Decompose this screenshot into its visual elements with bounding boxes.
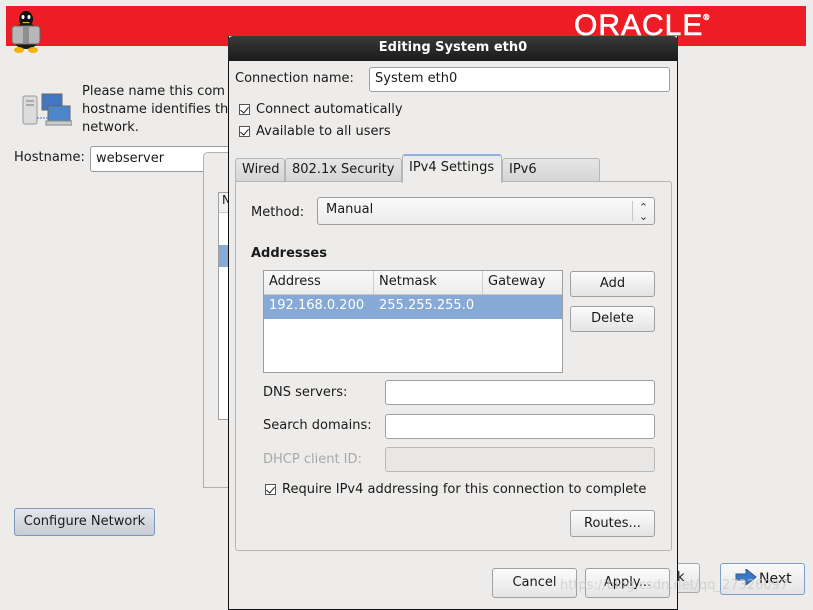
ipv4-settings-panel: Method: Manual ⌃ ⌄ Addresses Address Netm… xyxy=(235,181,672,551)
method-select[interactable]: Manual ⌃ ⌄ xyxy=(317,197,655,225)
dhcp-client-id-label: DHCP client ID: xyxy=(263,452,362,467)
connect-automatically-label: Connect automatically xyxy=(256,102,403,117)
method-label: Method: xyxy=(251,205,305,220)
add-button[interactable]: Add xyxy=(570,271,655,297)
routes-button[interactable]: Routes... xyxy=(570,510,655,537)
search-domains-input[interactable] xyxy=(385,414,655,439)
column-netmask[interactable]: Netmask xyxy=(374,271,483,294)
dns-servers-input[interactable] xyxy=(385,380,655,405)
delete-button[interactable]: Delete xyxy=(570,306,655,332)
cell-gateway xyxy=(483,295,562,319)
network-computers-icon xyxy=(22,93,72,126)
addresses-table-header: Address Netmask Gateway xyxy=(264,271,562,295)
column-gateway[interactable]: Gateway xyxy=(483,271,562,294)
addresses-table[interactable]: Address Netmask Gateway 192.168.0.200 25… xyxy=(263,270,563,373)
search-domains-label: Search domains: xyxy=(263,418,372,433)
require-ipv4-label: Require IPv4 addressing for this connect… xyxy=(282,482,647,497)
configure-network-button[interactable]: Configure Network xyxy=(14,508,155,536)
cell-netmask: 255.255.255.0 xyxy=(379,298,475,313)
tux-logo-icon xyxy=(11,11,41,53)
column-address[interactable]: Address xyxy=(264,271,374,294)
tab-8021x-security[interactable]: 802.1x Security xyxy=(285,158,402,182)
dhcp-client-id-input xyxy=(385,447,655,472)
addresses-heading: Addresses xyxy=(251,246,327,261)
connection-name-label: Connection name: xyxy=(235,71,354,86)
intro-text: Please name this com hostname identifies… xyxy=(82,84,229,135)
cell-address: 192.168.0.200 xyxy=(269,298,365,313)
editing-connection-dialog: Editing System eth0 Connection name: Sys… xyxy=(228,36,678,610)
table-row[interactable]: 192.168.0.200 255.255.255.0 xyxy=(264,295,562,319)
method-value: Manual xyxy=(326,202,374,217)
available-all-users-checkbox[interactable] xyxy=(239,126,250,137)
connection-name-input[interactable]: System eth0 xyxy=(369,67,670,92)
require-ipv4-row[interactable]: Require IPv4 addressing for this connect… xyxy=(265,482,646,497)
available-all-users-label: Available to all users xyxy=(256,124,391,139)
dialog-title: Editing System eth0 xyxy=(228,36,678,61)
updown-arrows-icon: ⌃ ⌄ xyxy=(632,201,654,222)
hostname-label: Hostname: xyxy=(14,150,85,165)
tab-ipv6-settings[interactable]: IPv6 Settings xyxy=(502,158,600,199)
connect-automatically-row[interactable]: Connect automatically xyxy=(239,102,403,117)
require-ipv4-checkbox[interactable] xyxy=(265,484,276,495)
watermark: https://blog.csdn.net/qq_27326097 xyxy=(560,578,789,593)
dns-servers-label: DNS servers: xyxy=(263,385,348,400)
available-all-users-row[interactable]: Available to all users xyxy=(239,124,391,139)
tab-wired[interactable]: Wired xyxy=(235,158,285,182)
connect-automatically-checkbox[interactable] xyxy=(239,104,250,115)
tab-ipv4-settings[interactable]: IPv4 Settings xyxy=(402,154,502,183)
